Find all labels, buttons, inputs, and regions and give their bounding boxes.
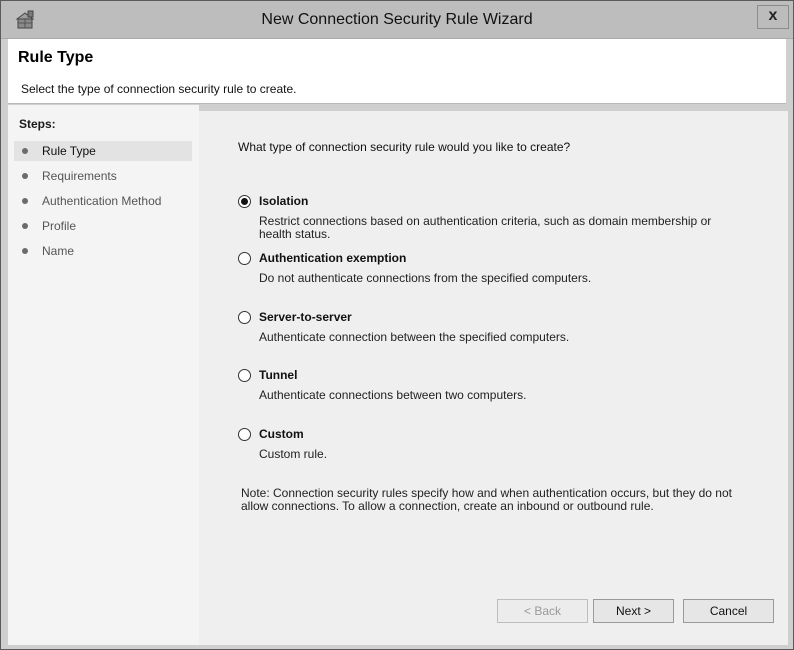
step-authentication-method[interactable]: Authentication Method bbox=[14, 191, 192, 211]
cancel-button[interactable]: Cancel bbox=[683, 599, 774, 623]
question-text: What type of connection security rule wo… bbox=[238, 140, 571, 154]
option-label[interactable]: Isolation bbox=[259, 194, 308, 208]
back-button[interactable]: < Back bbox=[497, 599, 588, 623]
step-label: Requirements bbox=[42, 169, 117, 183]
close-icon: x bbox=[768, 7, 778, 24]
step-bullet-icon bbox=[22, 248, 28, 254]
close-button[interactable]: x bbox=[757, 5, 789, 29]
step-bullet-icon bbox=[22, 148, 28, 154]
next-button[interactable]: Next > bbox=[593, 599, 674, 623]
step-label: Profile bbox=[42, 219, 77, 233]
step-requirements[interactable]: Requirements bbox=[14, 166, 192, 186]
steps-heading: Steps: bbox=[19, 117, 56, 131]
content-pane: What type of connection security rule wo… bbox=[199, 111, 788, 645]
option-description: Authenticate connections between two com… bbox=[259, 388, 527, 402]
option-description: Authenticate connection between the spec… bbox=[259, 330, 570, 344]
option-description: Do not authenticate connections from the… bbox=[259, 271, 592, 285]
radio-button-isolation[interactable] bbox=[238, 195, 251, 208]
option-description: Custom rule. bbox=[259, 447, 328, 461]
step-bullet-icon bbox=[22, 198, 28, 204]
option-label[interactable]: Custom bbox=[259, 427, 304, 441]
page-title: Rule Type bbox=[18, 49, 94, 66]
steps-pane: Steps: Rule Type Requirements Authentica… bbox=[8, 105, 199, 645]
step-bullet-icon bbox=[22, 173, 28, 179]
step-profile[interactable]: Profile bbox=[14, 216, 192, 236]
step-bullet-icon bbox=[22, 223, 28, 229]
option-label[interactable]: Tunnel bbox=[259, 368, 297, 382]
option-description: Restrict connections based on authentica… bbox=[259, 214, 712, 241]
option-label[interactable]: Server-to-server bbox=[259, 310, 352, 324]
step-label: Rule Type bbox=[42, 144, 96, 158]
window-title: New Connection Security Rule Wizard bbox=[261, 11, 533, 28]
page-subtitle: Select the type of connection security r… bbox=[21, 82, 297, 96]
radio-button-tunnel[interactable] bbox=[238, 369, 251, 382]
step-rule-type[interactable]: Rule Type bbox=[14, 141, 192, 161]
note-text: Note: Connection security rules specify … bbox=[241, 486, 732, 513]
option-label[interactable]: Authentication exemption bbox=[259, 251, 406, 265]
title-bar: New Connection Security Rule Wizard x bbox=[1, 1, 793, 39]
step-label: Authentication Method bbox=[42, 194, 162, 208]
wizard-header: Rule Type Select the type of connection … bbox=[8, 39, 786, 104]
step-label: Name bbox=[42, 244, 75, 258]
radio-button-custom[interactable] bbox=[238, 428, 251, 441]
wizard-window: New Connection Security Rule Wizard x Ru… bbox=[0, 0, 794, 650]
radio-button-authentication-exemption[interactable] bbox=[238, 252, 251, 265]
radio-button-server-to-server[interactable] bbox=[238, 311, 251, 324]
step-name[interactable]: Name bbox=[14, 241, 192, 261]
